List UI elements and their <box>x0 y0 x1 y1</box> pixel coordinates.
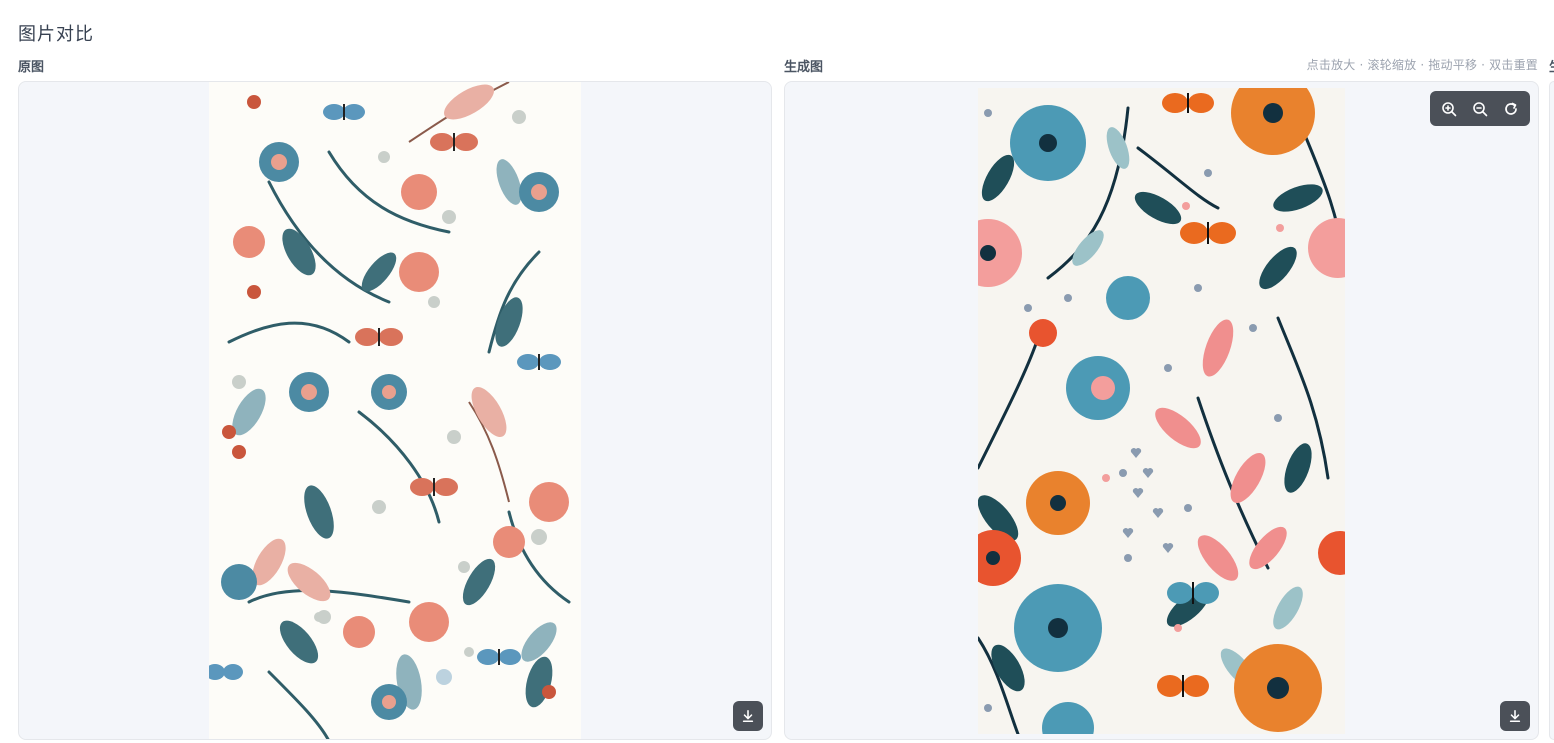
generated-image-viewer[interactable] <box>784 81 1539 740</box>
generated-image[interactable] <box>978 88 1345 734</box>
download-icon <box>1509 709 1521 723</box>
original-image-viewer[interactable] <box>18 81 772 740</box>
zoom-out-button[interactable] <box>1467 96 1493 122</box>
zoom-in-button[interactable] <box>1436 96 1462 122</box>
page-title: 图片对比 <box>18 24 94 45</box>
image-toolbar <box>1430 91 1530 126</box>
viewer-hint: 点击放大 · 滚轮缩放 · 拖动平移 · 双击重置 <box>1306 58 1538 72</box>
third-panel-label: 生 <box>1549 56 1554 75</box>
zoom-in-icon <box>1442 101 1457 116</box>
download-icon <box>742 709 754 723</box>
reset-icon <box>1504 102 1517 115</box>
third-image-viewer[interactable] <box>1549 81 1554 740</box>
original-label: 原图 <box>18 60 45 75</box>
zoom-out-icon <box>1473 101 1488 116</box>
download-button[interactable] <box>733 701 763 731</box>
reset-button[interactable] <box>1498 96 1524 122</box>
original-image[interactable] <box>209 82 581 739</box>
download-button[interactable] <box>1500 701 1530 731</box>
generated-label: 生成图 <box>784 60 824 75</box>
